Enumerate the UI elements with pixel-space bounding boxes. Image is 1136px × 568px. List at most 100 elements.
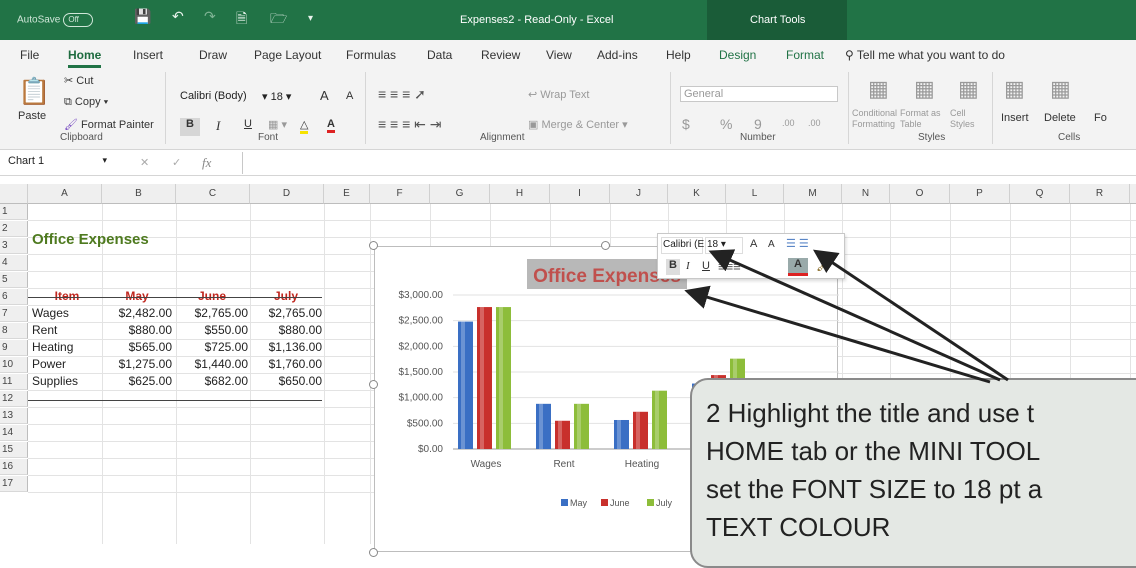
comma-button[interactable]: 9	[754, 116, 762, 132]
borders-icon[interactable]: ▦ ▾	[268, 118, 287, 131]
bar-july-rent[interactable]	[574, 403, 589, 449]
column-header-e[interactable]: E	[324, 184, 370, 204]
new-file-icon[interactable]: 🗎	[236, 8, 247, 32]
column-header-f[interactable]: F	[370, 184, 430, 204]
open-folder-icon[interactable]: 🗁	[270, 8, 287, 32]
tab-formulas[interactable]: Formulas	[346, 48, 396, 62]
column-header-m[interactable]: M	[784, 184, 842, 204]
mini-font-name-select[interactable]: Calibri (E ▾	[661, 237, 712, 254]
bar-may-heating[interactable]	[614, 419, 629, 449]
column-header-i[interactable]: I	[550, 184, 610, 204]
column-header-a[interactable]: A	[28, 184, 102, 204]
percent-button[interactable]: %	[720, 116, 732, 132]
tell-me-search[interactable]: ⚲ Tell me what you want to do	[845, 48, 1005, 62]
bar-may-wages[interactable]	[458, 321, 473, 449]
row-header-7[interactable]: 7	[0, 306, 28, 322]
row-header-12[interactable]: 12	[0, 391, 28, 407]
sheet-title[interactable]: Office Expenses	[32, 232, 149, 248]
cut-button[interactable]: ✂ Cut	[64, 74, 93, 87]
row-header-11[interactable]: 11	[0, 374, 28, 390]
tab-view[interactable]: View	[546, 48, 572, 62]
tab-format[interactable]: Format	[786, 48, 824, 62]
chart-resize-handle[interactable]	[369, 548, 378, 557]
currency-button[interactable]: $	[682, 116, 690, 132]
row-header-14[interactable]: 14	[0, 425, 28, 441]
font-name-select[interactable]: Calibri (Body)	[176, 88, 254, 104]
grow-font-button[interactable]: A	[320, 88, 329, 103]
enter-icon[interactable]: ✓	[172, 156, 181, 169]
row-header-10[interactable]: 10	[0, 357, 28, 373]
insert-cells-icon[interactable]: ▦	[1004, 76, 1025, 102]
increase-decimal-button[interactable]: .00	[782, 118, 795, 128]
row-header-5[interactable]: 5	[0, 272, 28, 288]
bold-button[interactable]: B	[180, 118, 200, 136]
customize-qat-icon[interactable]: ▾	[308, 13, 313, 24]
mini-align-icon[interactable]: ≡≡≡	[718, 259, 741, 274]
insert-cells-button[interactable]: Insert	[1001, 112, 1029, 124]
decrease-decimal-button[interactable]: .00	[808, 118, 821, 128]
chart-resize-handle[interactable]	[601, 241, 610, 250]
row-header-17[interactable]: 17	[0, 476, 28, 492]
cell-styles-icon[interactable]: ▦	[958, 76, 979, 102]
column-header-c[interactable]: C	[176, 184, 250, 204]
row-header-1[interactable]: 1	[0, 204, 28, 220]
tab-add-ins[interactable]: Add-ins	[597, 48, 638, 62]
wrap-text-button[interactable]: ↩ Wrap Text	[528, 88, 589, 101]
shrink-font-button[interactable]: A	[346, 90, 353, 102]
format-as-table-icon[interactable]: ▦	[914, 76, 935, 102]
insert-function-button[interactable]: fx	[202, 155, 211, 171]
number-format-select[interactable]: General	[680, 86, 838, 102]
mini-grow-font-button[interactable]: A	[750, 238, 757, 250]
cancel-icon[interactable]: ✕	[140, 156, 149, 169]
bar-july-heating[interactable]	[652, 390, 667, 449]
font-size-select[interactable]: ▾ 18 ▾	[258, 88, 304, 105]
tab-file[interactable]: File	[20, 48, 39, 62]
column-header-p[interactable]: P	[950, 184, 1010, 204]
merge-center-button[interactable]: ▣ Merge & Center ▾	[528, 118, 628, 131]
delete-cells-button[interactable]: Delete	[1044, 112, 1076, 124]
row-header-6[interactable]: 6	[0, 289, 28, 305]
bar-june-rent[interactable]	[555, 420, 570, 449]
tab-home[interactable]: Home	[68, 48, 102, 68]
align-top-icon[interactable]: ≡ ≡ ≡ ➚	[378, 86, 426, 103]
conditional-formatting-icon[interactable]: ▦	[868, 76, 889, 102]
column-header-g[interactable]: G	[430, 184, 490, 204]
copy-button[interactable]: ⧉ Copy ▾	[64, 96, 108, 109]
name-box[interactable]: Chart 1 ▾	[4, 153, 110, 173]
mini-font-color-icon[interactable]: A	[788, 258, 808, 276]
column-header-h[interactable]: H	[490, 184, 550, 204]
paste-icon[interactable]: 📋	[18, 76, 50, 107]
underline-button[interactable]: U	[244, 118, 252, 130]
conditional-formatting-button[interactable]: Conditional Formatting	[852, 108, 897, 130]
chart-resize-handle[interactable]	[369, 380, 378, 389]
column-header-r[interactable]: R	[1070, 184, 1130, 204]
autosave-toggle[interactable]: AutoSave Off	[17, 13, 94, 27]
bar-june-wages[interactable]	[477, 307, 492, 449]
column-header-o[interactable]: O	[890, 184, 950, 204]
column-header-n[interactable]: N	[842, 184, 890, 204]
cell-styles-button[interactable]: Cell Styles	[950, 108, 982, 130]
align-left-icon[interactable]: ≡ ≡ ≡ ⇤ ⇥	[378, 116, 442, 133]
mini-font-size-select[interactable]: 18 ▾	[705, 237, 743, 254]
mini-italic-button[interactable]: I	[686, 260, 690, 272]
bar-july-wages[interactable]	[496, 307, 511, 449]
mini-shrink-font-button[interactable]: A	[768, 239, 775, 250]
bar-june-heating[interactable]	[633, 411, 648, 449]
chart-resize-handle[interactable]	[369, 241, 378, 250]
mini-format-painter-icon[interactable]: 🖌	[816, 258, 831, 272]
fill-color-icon[interactable]: △	[300, 118, 309, 134]
italic-button[interactable]: I	[216, 118, 220, 134]
tab-data[interactable]: Data	[427, 48, 452, 62]
column-header-q[interactable]: Q	[1010, 184, 1070, 204]
formula-input[interactable]	[242, 152, 1136, 174]
column-header-k[interactable]: K	[668, 184, 726, 204]
row-header-16[interactable]: 16	[0, 459, 28, 475]
mini-list-icon[interactable]: ☰ ☰	[786, 237, 809, 250]
tab-review[interactable]: Review	[481, 48, 520, 62]
column-header-b[interactable]: B	[102, 184, 176, 204]
row-header-2[interactable]: 2	[0, 221, 28, 237]
row-header-4[interactable]: 4	[0, 255, 28, 271]
column-header-d[interactable]: D	[250, 184, 324, 204]
row-header-15[interactable]: 15	[0, 442, 28, 458]
mini-underline-button[interactable]: U	[702, 260, 710, 272]
